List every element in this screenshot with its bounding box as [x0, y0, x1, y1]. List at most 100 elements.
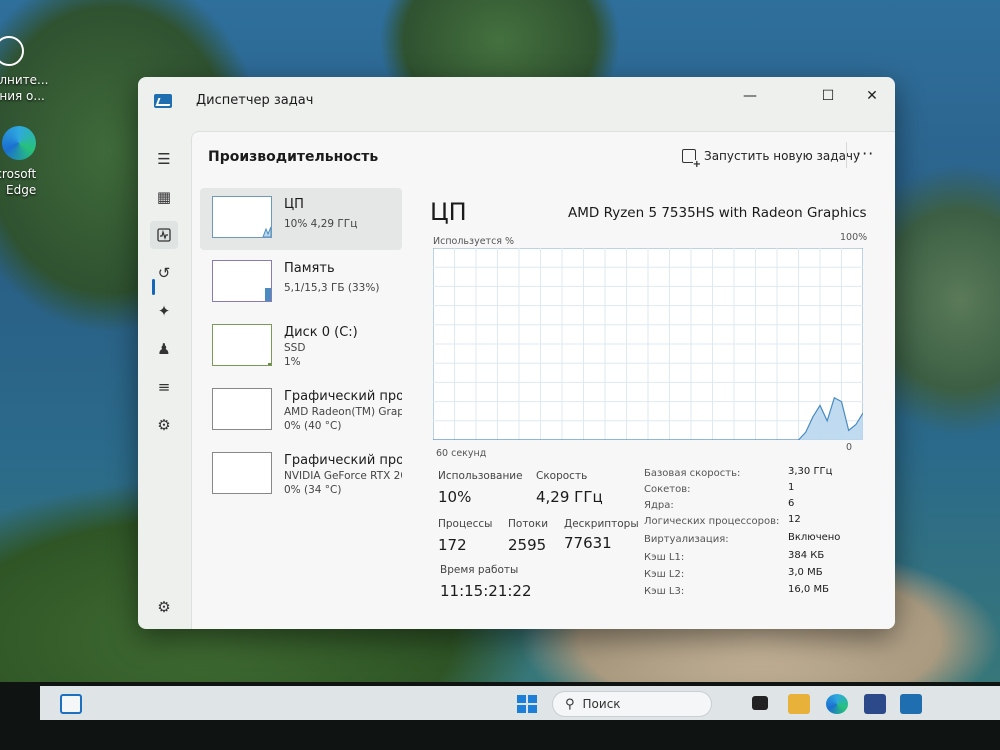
task-view-icon[interactable]	[752, 696, 768, 710]
perf-item-detail: 0% (40 °C)	[284, 420, 342, 432]
edge-icon[interactable]	[826, 694, 848, 714]
search-box[interactable]: ⚲ Поиск	[552, 691, 712, 717]
cpu-model-name: AMD Ryzen 5 7535HS with Radeon Graphics	[568, 205, 867, 221]
perf-item-disk[interactable]: Диск 0 (C:) SSD 1%	[200, 316, 402, 378]
spec-key: Кэш L2:	[644, 569, 685, 580]
chart-y-max: 100%	[840, 232, 868, 243]
spec-key: Логических процессоров:	[644, 516, 780, 527]
start-icon[interactable]	[516, 694, 538, 714]
perf-item-detail: AMD Radeon(TM) Graphics	[284, 406, 402, 418]
threads-label: Потоки	[508, 518, 549, 530]
uptime-value: 11:15:21:22	[440, 582, 532, 600]
usage-value: 10%	[438, 488, 472, 506]
task-manager-window: Диспетчер задач — ☐ ✕ ☰ ▦ ↺ ✦ ♟ ≡ ⚙ ⚙ Пр…	[138, 77, 895, 629]
handles-value: 77631	[564, 534, 612, 552]
memory-thumbnail	[212, 260, 272, 302]
task-manager-taskbar-icon[interactable]	[900, 694, 922, 714]
spec-value: 12	[788, 514, 801, 525]
perf-item-detail: 0% (34 °C)	[284, 484, 342, 496]
perf-item-detail: 10% 4,29 ГГц	[284, 218, 358, 230]
spec-key: Кэш L1:	[644, 552, 685, 563]
usage-label: Использование	[438, 470, 523, 482]
settings-icon[interactable]: ⚙	[150, 593, 178, 621]
perf-item-detail: 5,1/15,3 ГБ (33%)	[284, 282, 380, 294]
search-placeholder: Поиск	[582, 697, 621, 711]
help-icon	[0, 36, 24, 66]
speed-value: 4,29 ГГц	[536, 488, 603, 506]
minimize-button[interactable]: —	[728, 81, 772, 111]
processes-value: 172	[438, 536, 467, 554]
edge-icon	[2, 126, 36, 160]
disk-thumbnail	[212, 324, 272, 366]
perf-item-cpu[interactable]: ЦП 10% 4,29 ГГц	[200, 188, 402, 250]
store-icon[interactable]	[864, 694, 886, 714]
taskbar: ⚲ Поиск	[0, 682, 1000, 750]
details-icon[interactable]: ≡	[150, 373, 178, 401]
chart-y-label: Используется %	[433, 236, 515, 247]
more-options-button[interactable]: ···	[856, 144, 874, 163]
perf-item-name: Память	[284, 261, 335, 276]
menu-icon[interactable]: ☰	[150, 145, 178, 173]
desktop-shortcut-label: олните...	[0, 73, 49, 87]
task-manager-icon	[154, 94, 172, 108]
uptime-label: Время работы	[440, 564, 519, 576]
toolbar-separator	[846, 142, 847, 168]
maximize-button[interactable]: ☐	[806, 81, 850, 111]
run-new-task-button[interactable]: Запустить новую задачу	[682, 145, 861, 170]
desktop-shortcut-edge[interactable]: icrosoft Edge	[0, 126, 36, 198]
gpu-thumbnail	[212, 388, 272, 430]
perf-item-name: Диск 0 (C:)	[284, 325, 358, 340]
cpu-thumbnail	[212, 196, 272, 238]
file-explorer-icon[interactable]	[788, 694, 810, 714]
close-button[interactable]: ✕	[850, 81, 894, 111]
perf-item-gpu-0[interactable]: Графический процессор 0 AMD Radeon(TM) G…	[200, 380, 402, 442]
speed-label: Скорость	[536, 470, 588, 482]
taskbar-strip: ⚲ Поиск	[40, 686, 1000, 720]
handles-label: Дескрипторы	[564, 518, 639, 530]
spec-key: Виртуализация:	[644, 534, 729, 545]
window-title: Диспетчер задач	[196, 93, 314, 108]
chart-x-label: 60 секунд	[436, 448, 487, 459]
perf-item-name: ЦП	[284, 197, 304, 212]
spec-value: 1	[788, 482, 795, 493]
startup-icon[interactable]: ✦	[150, 297, 178, 325]
performance-icon[interactable]	[150, 221, 178, 249]
performance-resource-list: ЦП 10% 4,29 ГГц Память 5,1/15,3 ГБ (33%)…	[200, 188, 402, 506]
services-icon[interactable]: ⚙	[150, 411, 178, 439]
desktop-shortcut-label: Edge	[6, 183, 37, 197]
new-task-icon	[682, 149, 701, 170]
spec-value: 3,0 МБ	[788, 567, 823, 578]
spec-key: Базовая скорость:	[644, 468, 741, 479]
perf-item-memory[interactable]: Память 5,1/15,3 ГБ (33%)	[200, 252, 402, 314]
users-icon[interactable]: ♟	[150, 335, 178, 363]
spec-key: Кэш L3:	[644, 586, 685, 597]
processes-label: Процессы	[438, 518, 493, 530]
desktop-shortcut-label: ения о...	[0, 89, 45, 103]
page-title: Производительность	[208, 149, 379, 165]
perf-item-gpu-1[interactable]: Графический процессор 1 NVIDIA GeForce R…	[200, 444, 402, 506]
perf-item-name: Графический процессор 1	[284, 453, 402, 468]
perf-item-name: Графический процессор 0	[284, 389, 402, 404]
spec-value: 6	[788, 498, 795, 509]
title-bar[interactable]: Диспетчер задач — ☐ ✕	[138, 77, 895, 125]
performance-page: Производительность Запустить новую задач…	[191, 131, 895, 629]
threads-value: 2595	[508, 536, 547, 554]
spec-value: Включено	[788, 532, 841, 543]
navigation-rail: ☰ ▦ ↺ ✦ ♟ ≡ ⚙ ⚙	[138, 125, 190, 629]
search-icon: ⚲	[565, 696, 575, 712]
spec-value: 384 КБ	[788, 550, 825, 561]
spec-key: Ядра:	[644, 500, 674, 511]
spec-key: Сокетов:	[644, 484, 691, 495]
perf-item-detail: NVIDIA GeForce RTX 2050	[284, 470, 402, 482]
app-history-icon[interactable]: ↺	[150, 259, 178, 287]
gpu-thumbnail	[212, 452, 272, 494]
perf-item-detail: SSD	[284, 342, 306, 354]
processes-icon[interactable]: ▦	[150, 183, 178, 211]
widgets-icon[interactable]	[60, 694, 82, 714]
desktop-shortcut-help[interactable]: олните... ения о...	[0, 36, 48, 104]
spec-value: 16,0 МБ	[788, 584, 829, 595]
resource-heading: ЦП	[430, 198, 467, 226]
run-new-task-label: Запустить новую задачу	[704, 149, 861, 163]
chart-x-min: 0	[846, 442, 853, 453]
cpu-usage-chart	[433, 248, 863, 440]
